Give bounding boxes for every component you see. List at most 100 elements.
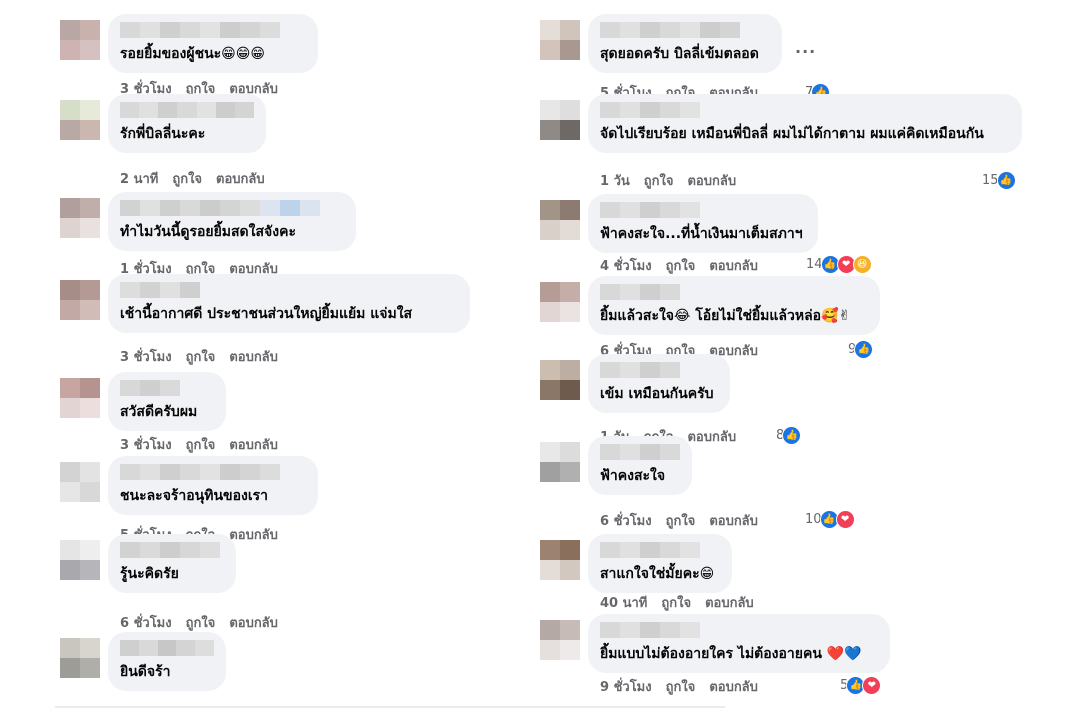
comment-text: ยิ้มแล้วสะใจ😂 โอ้ยไม่ใช่ยิ้มแล้วหล่อ🥰✌ [600, 308, 851, 324]
avatar[interactable] [540, 540, 580, 580]
like-link[interactable]: ถูกใจ [172, 168, 202, 189]
commenter-name[interactable] [120, 102, 254, 118]
comment-text: ทำไมวันนี้ดูรอยยิ้มสดใสจังคะ [120, 224, 296, 240]
comment-meta: 2 นาที ถูกใจ ตอบกลับ [120, 168, 265, 189]
avatar[interactable] [540, 442, 580, 482]
comment-bubble: รักพี่บิลลี่นะคะ [108, 94, 266, 153]
comment-time[interactable]: 6 ชั่วโมง [600, 510, 652, 531]
comment-bubble: เข้ม เหมือนกันครับ [588, 354, 730, 413]
comment-time[interactable]: 3 ชั่วโมง [120, 346, 172, 367]
comment-time[interactable]: 40 นาที [600, 592, 647, 613]
like-link[interactable]: ถูกใจ [666, 510, 696, 531]
comment-bubble: สาแกใจใช่มั้ยคะ😁 [588, 534, 732, 593]
like-link[interactable]: ถูกใจ [666, 255, 696, 276]
commenter-name[interactable] [600, 444, 680, 460]
comment-time[interactable]: 4 ชั่วโมง [600, 255, 652, 276]
comment-text: เช้านี้อากาศดี ประชาชนส่วนใหญ่ยิ้มแย้ม แ… [120, 306, 413, 322]
avatar[interactable] [540, 360, 580, 400]
like-link[interactable]: ถูกใจ [661, 592, 691, 613]
comment-text: รู้นะคิดรัย [120, 566, 179, 582]
heart-icon: ❤ [835, 510, 855, 529]
commenter-name[interactable] [120, 200, 344, 216]
reply-link[interactable]: ตอบกลับ [709, 255, 758, 276]
comment-meta: 6 ชั่วโมง ถูกใจ ตอบกลับ [600, 510, 758, 531]
comment-text: เข้ม เหมือนกันครับ [600, 386, 714, 402]
comment-time[interactable]: 6 ชั่วโมง [120, 612, 172, 633]
commenter-name[interactable] [120, 282, 458, 298]
avatar[interactable] [60, 100, 100, 140]
commenter-name[interactable] [600, 542, 720, 558]
divider [55, 706, 725, 708]
like-link[interactable]: ถูกใจ [186, 612, 216, 633]
avatar[interactable] [60, 540, 100, 580]
commenter-name[interactable] [600, 202, 806, 218]
avatar[interactable] [60, 462, 100, 502]
reply-link[interactable]: ตอบกลับ [216, 168, 265, 189]
reaction-summary[interactable]: 8 👍 [776, 426, 802, 445]
commenter-name[interactable] [600, 622, 878, 638]
comment-text: รักพี่บิลลี่นะคะ [120, 126, 206, 142]
reply-link[interactable]: ตอบกลับ [229, 434, 278, 455]
avatar[interactable] [540, 282, 580, 322]
comment-text: สาแกใจใช่มั้ยคะ😁 [600, 566, 715, 582]
comment-bubble: ยิ้มแบบไม่ต้องอายใคร ไม่ต้องอายคน ❤️💙 [588, 614, 890, 673]
avatar[interactable] [60, 638, 100, 678]
reaction-summary[interactable]: 5 👍 ❤ [840, 676, 882, 695]
commenter-name[interactable] [600, 22, 770, 38]
comment-bubble: เช้านี้อากาศดี ประชาชนส่วนใหญ่ยิ้มแย้ม แ… [108, 274, 470, 333]
comment-meta: 3 ชั่วโมง ถูกใจ ตอบกลับ [120, 434, 278, 455]
comment-bubble: ยินดีจร้า [108, 632, 226, 691]
comment-text: ยินดีจร้า [120, 664, 171, 680]
avatar[interactable] [60, 280, 100, 320]
thumbs-up-icon: 👍 [782, 426, 802, 445]
like-link[interactable]: ถูกใจ [186, 434, 216, 455]
comment-bubble: สวัสดีครับผม [108, 372, 226, 431]
avatar[interactable] [540, 620, 580, 660]
comment-meta: 1 วัน ถูกใจ ตอบกลับ [600, 170, 736, 191]
avatar[interactable] [540, 200, 580, 240]
comment-time[interactable]: 1 วัน [600, 170, 630, 191]
comment-bubble: รอยยิ้มของผู้ชนะ😁😁😁 [108, 14, 318, 73]
reply-link[interactable]: ตอบกลับ [229, 346, 278, 367]
reply-link[interactable]: ตอบกลับ [705, 592, 754, 613]
reaction-summary[interactable]: 10 👍 ❤ [805, 510, 855, 529]
commenter-name[interactable] [600, 102, 1010, 118]
commenter-name[interactable] [120, 542, 224, 558]
comment-bubble: ฟ้าคงสะใจ [588, 436, 692, 495]
avatar[interactable] [540, 20, 580, 60]
reaction-summary[interactable]: 9 👍 [848, 340, 874, 359]
commenter-name[interactable] [600, 362, 718, 378]
reaction-summary[interactable]: 14 👍 ❤ 😆 [806, 255, 872, 274]
comment-time[interactable]: 2 นาที [120, 168, 158, 189]
commenter-name[interactable] [600, 284, 868, 300]
comment-bubble: ฟ้าคงสะใจ...ที่น้ำเงินมาเต็มสภาฯ [588, 194, 818, 253]
comment-bubble: ยิ้มแล้วสะใจ😂 โอ้ยไม่ใช่ยิ้มแล้วหล่อ🥰✌ [588, 276, 880, 335]
avatar[interactable] [60, 378, 100, 418]
like-link[interactable]: ถูกใจ [186, 346, 216, 367]
reply-link[interactable]: ตอบกลับ [229, 524, 278, 545]
avatar[interactable] [60, 198, 100, 238]
comment-bubble: สุดยอดครับ บิลลี่เข้มตลอด [588, 14, 782, 73]
reply-link[interactable]: ตอบกลับ [229, 612, 278, 633]
reaction-summary[interactable]: 15 👍 [982, 171, 1016, 190]
commenter-name[interactable] [120, 22, 306, 38]
comment-bubble: ทำไมวันนี้ดูรอยยิ้มสดใสจังคะ [108, 192, 356, 251]
commenter-name[interactable] [120, 464, 306, 480]
comment-bubble: ชนะละจร้าอนุทินของเรา [108, 456, 318, 515]
reply-link[interactable]: ตอบกลับ [687, 170, 736, 191]
commenter-name[interactable] [120, 640, 214, 656]
heart-icon: ❤ [862, 676, 882, 695]
commenter-name[interactable] [120, 380, 214, 396]
reply-link[interactable]: ตอบกลับ [687, 426, 736, 447]
reply-link[interactable]: ตอบกลับ [709, 676, 758, 697]
like-link[interactable]: ถูกใจ [666, 676, 696, 697]
comment-text: สุดยอดครับ บิลลี่เข้มตลอด [600, 46, 759, 62]
comment-time[interactable]: 3 ชั่วโมง [120, 434, 172, 455]
avatar[interactable] [540, 100, 580, 140]
like-link[interactable]: ถูกใจ [644, 170, 674, 191]
reply-link[interactable]: ตอบกลับ [709, 510, 758, 531]
avatar[interactable] [60, 20, 100, 60]
comment-bubble: จัดไปเรียบร้อย เหมือนพี่บิลลี่ ผมไม่ได้ก… [588, 94, 1022, 153]
more-options-icon[interactable]: ... [795, 38, 816, 57]
comment-time[interactable]: 9 ชั่วโมง [600, 676, 652, 697]
